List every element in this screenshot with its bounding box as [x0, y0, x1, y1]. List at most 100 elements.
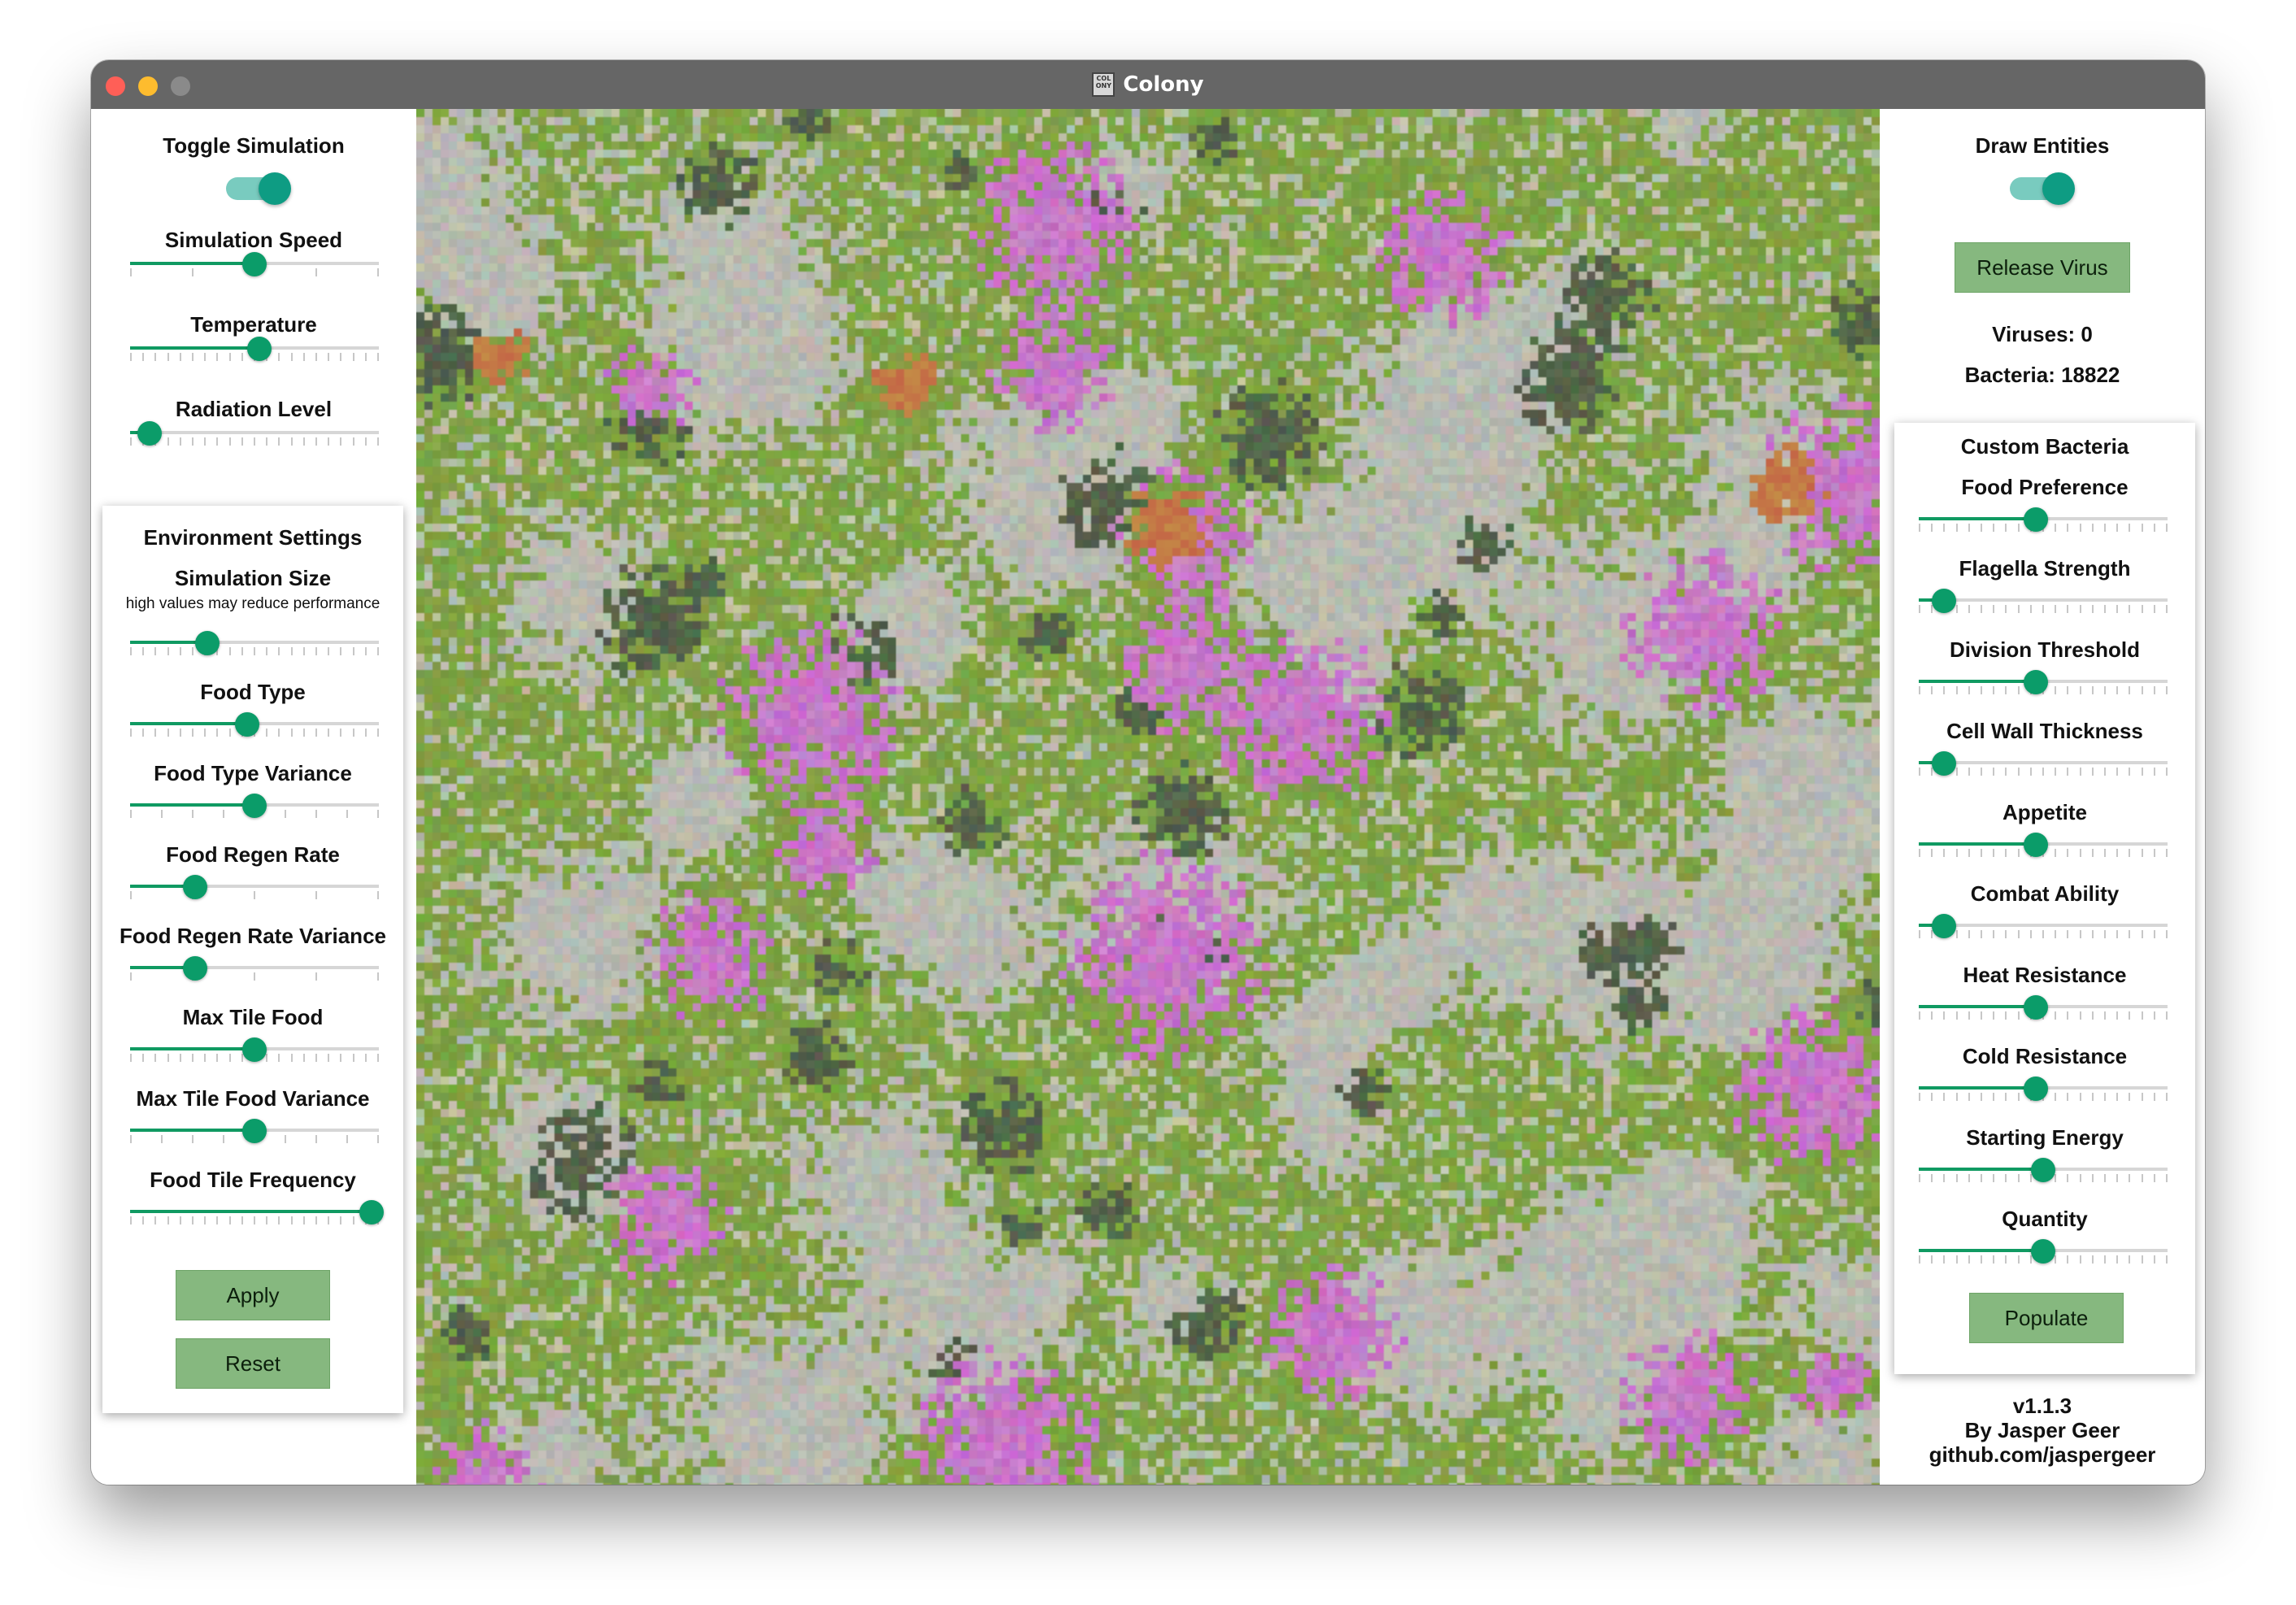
slider-tick — [2005, 524, 2007, 532]
flagella-strength-slider[interactable] — [1919, 584, 2168, 620]
slider-thumb[interactable] — [182, 956, 207, 981]
slider-tick — [2166, 686, 2168, 694]
slider-thumb[interactable] — [1931, 589, 1956, 613]
slider-thumb[interactable] — [2023, 995, 2048, 1020]
slider-thumb[interactable] — [242, 794, 267, 818]
quantity-slider[interactable] — [1919, 1234, 2168, 1270]
max-tile-food-slider[interactable] — [130, 1033, 379, 1068]
slider-thumb[interactable] — [2023, 507, 2048, 532]
slider-tick — [302, 729, 305, 737]
slider-thumb[interactable] — [2023, 1077, 2048, 1101]
slider-tick — [290, 1216, 293, 1224]
slider-tick — [2129, 1255, 2131, 1264]
slider-tick — [315, 1054, 317, 1062]
food-regen-rate-variance-slider[interactable] — [130, 951, 379, 987]
heat-resistance-slider[interactable] — [1919, 990, 2168, 1026]
slider-rail[interactable] — [1919, 924, 2168, 927]
slider-thumb[interactable] — [234, 712, 259, 737]
slider-tick — [302, 647, 305, 655]
slider-thumb[interactable] — [1931, 914, 1956, 938]
simulation-canvas[interactable] — [416, 109, 1880, 1485]
slider-tick — [1919, 930, 1920, 938]
apply-button[interactable]: Apply — [176, 1270, 330, 1320]
slider-tick — [154, 1054, 157, 1062]
slider-thumb[interactable] — [247, 337, 272, 361]
slider-thumb[interactable] — [242, 252, 267, 276]
slider-tick — [130, 729, 132, 737]
slider-tick — [1981, 1011, 1982, 1020]
cold-resistance-label: Cold Resistance — [1962, 1044, 2128, 1068]
slider-tick — [328, 647, 330, 655]
reset-button[interactable]: Reset — [176, 1338, 330, 1389]
combat-ability-slider[interactable] — [1919, 909, 2168, 945]
slider-tick — [179, 1054, 181, 1062]
slider-tick — [352, 353, 354, 361]
slider-rail[interactable] — [130, 431, 379, 434]
slider-thumb[interactable] — [182, 875, 207, 899]
slider-thumb[interactable] — [2031, 1158, 2055, 1182]
slider-rail[interactable] — [1919, 761, 2168, 764]
slider-tick — [2079, 1255, 2081, 1264]
slider-tick — [2079, 524, 2081, 532]
slider-tick — [2129, 605, 2131, 613]
slider-tick — [254, 1216, 255, 1224]
radiation-level-slider[interactable] — [130, 416, 379, 452]
slider-tick — [1955, 768, 1958, 776]
appetite-slider[interactable] — [1919, 828, 2168, 863]
slider-tick — [2079, 930, 2081, 938]
slider-tick — [2017, 1011, 2020, 1020]
slider-tick — [1955, 1093, 1958, 1101]
release-virus-button[interactable]: Release Virus — [1955, 242, 2130, 293]
combat-ability-label: Combat Ability — [1970, 881, 2120, 906]
slider-tick — [167, 729, 169, 737]
starting-energy-slider[interactable] — [1919, 1153, 2168, 1189]
bacteria-field[interactable] — [416, 109, 1880, 1485]
slider-thumb[interactable] — [242, 1119, 267, 1143]
github-link[interactable]: github.com/jaspergeer — [1880, 1442, 2205, 1467]
draw-entities-switch[interactable] — [2010, 172, 2075, 205]
slider-tick — [2017, 1255, 2020, 1264]
food-regen-rate-slider[interactable] — [130, 870, 379, 906]
slider-tick — [192, 729, 194, 737]
food-type-slider[interactable] — [130, 707, 379, 743]
slider-thumb[interactable] — [1931, 751, 1956, 776]
slider-tick — [278, 1216, 280, 1224]
slider-tick — [2153, 1255, 2155, 1264]
slider-thumb[interactable] — [2023, 833, 2048, 857]
slider-tick — [130, 972, 132, 981]
temperature-slider[interactable] — [130, 332, 379, 368]
slider-tick — [2116, 1093, 2119, 1101]
food-type-variance-slider[interactable] — [130, 789, 379, 824]
slider-tick — [2141, 1093, 2143, 1101]
cold-resistance-slider[interactable] — [1919, 1072, 2168, 1107]
populate-button[interactable]: Populate — [1969, 1293, 2124, 1343]
food-preference-slider[interactable] — [1919, 502, 2168, 538]
division-threshold-slider[interactable] — [1919, 665, 2168, 701]
toggle-simulation-switch[interactable] — [226, 172, 291, 205]
food-tile-frequency-slider[interactable] — [130, 1195, 384, 1231]
slider-tick — [364, 729, 367, 737]
slider-tick — [290, 437, 293, 446]
slider-ticks — [1919, 930, 2168, 938]
slider-tick — [1919, 1255, 1920, 1264]
simulation-size-slider[interactable] — [130, 626, 379, 662]
slider-tick — [2104, 930, 2106, 938]
simulation-speed-slider[interactable] — [130, 247, 379, 283]
slider-tick — [340, 729, 342, 737]
slider-tick — [2091, 524, 2094, 532]
slider-tick — [1955, 849, 1958, 857]
slider-thumb[interactable] — [2023, 670, 2048, 694]
appetite-label: Appetite — [2002, 800, 2087, 824]
slider-tick — [2091, 686, 2094, 694]
slider-thumb[interactable] — [2031, 1239, 2055, 1264]
slider-tick — [364, 1054, 367, 1062]
max-tile-food-variance-slider[interactable] — [130, 1114, 379, 1150]
slider-tick — [278, 729, 280, 737]
slider-thumb[interactable] — [242, 1037, 267, 1062]
slider-thumb[interactable] — [359, 1200, 384, 1224]
cell-wall-thickness-slider[interactable] — [1919, 746, 2168, 782]
slider-tick — [2141, 524, 2143, 532]
slider-thumb[interactable] — [194, 631, 220, 655]
slider-tick — [179, 353, 181, 361]
slider-rail[interactable] — [1919, 598, 2168, 602]
